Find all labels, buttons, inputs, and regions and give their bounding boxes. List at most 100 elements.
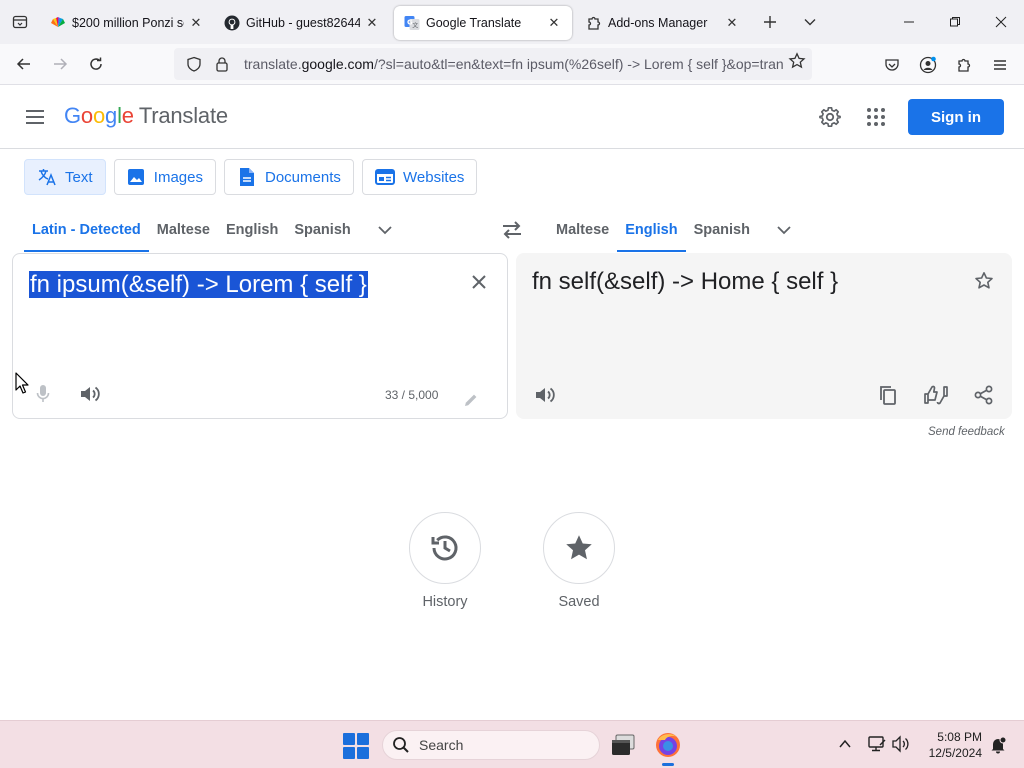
taskbar-app-firefox[interactable] [653,730,683,766]
windows-start-button[interactable] [343,733,369,759]
clock-time: 5:08 PM [937,730,982,744]
taskbar-app-terminal[interactable] [608,730,638,760]
send-feedback-link[interactable]: Send feedback [928,426,1005,438]
account-button[interactable] [910,49,946,81]
source-lang-option[interactable]: Maltese [149,208,218,252]
forward-button[interactable] [42,48,78,80]
browser-tab-active[interactable]: G文 Google Translate ✕ [394,6,572,40]
handwriting-button[interactable] [461,390,481,410]
taskbar-clock[interactable]: 5:08 PM 12/5/2024 [912,729,982,761]
github-icon [224,15,240,31]
source-lang-detected[interactable]: Latin - Detected [24,208,149,252]
saved-shortcut[interactable]: Saved [543,512,615,610]
chevron-down-icon [378,226,392,235]
clear-source-button[interactable] [467,270,491,294]
history-shortcut[interactable]: History [409,512,481,610]
document-icon [237,167,257,187]
browser-tab[interactable]: Add-ons Manager ✕ [576,6,750,40]
source-language-bar: Latin - Detected Maltese English Spanish [24,208,405,252]
lock-icon[interactable] [210,52,234,76]
mode-tab-documents[interactable]: Documents [224,159,354,195]
pocket-button[interactable] [874,49,910,81]
chevron-down-icon [804,19,816,26]
tab-title: Add-ons Manager [608,16,708,30]
mouse-pointer-icon [15,372,29,399]
terminal-app-icon [612,734,635,755]
close-window-button[interactable] [978,0,1024,44]
share-icon [974,385,993,405]
target-lang-option[interactable]: Maltese [548,208,617,252]
browser-tab-strip: $200 million Ponzi sche ✕ GitHub - guest… [0,0,1024,44]
swap-arrows-icon [503,221,521,239]
chevron-down-icon [777,226,791,235]
reload-button[interactable] [78,48,114,80]
close-tab-icon[interactable]: ✕ [724,15,740,31]
close-tab-icon[interactable]: ✕ [546,15,562,31]
list-all-tabs-button[interactable] [0,0,40,44]
source-text-input[interactable]: fn ipsum(&self) -> Lorem { self } [29,270,368,300]
target-lang-selected[interactable]: English [617,208,686,252]
history-button[interactable] [409,512,481,584]
translate-icon [37,167,57,187]
google-apps-button[interactable] [862,103,890,131]
target-language-bar: Maltese English Spanish [548,208,804,252]
show-hidden-icons-button[interactable] [834,733,856,755]
tab-overflow-button[interactable] [790,0,830,44]
listen-translation-button[interactable] [532,383,558,407]
extensions-button[interactable] [946,49,982,81]
close-tab-icon[interactable]: ✕ [364,15,380,31]
minimize-button[interactable] [886,0,932,44]
tracking-protection-shield-icon[interactable] [182,52,206,76]
copy-icon [880,386,896,405]
more-source-languages-button[interactable] [365,208,405,252]
target-lang-option[interactable]: Spanish [686,208,758,252]
swap-languages-button[interactable] [498,216,526,244]
mode-tab-label: Documents [265,168,341,186]
source-text-panel[interactable]: fn ipsum(&self) -> Lorem { self } 33 / 5… [12,253,508,419]
reload-icon [90,57,102,70]
back-button[interactable] [6,48,42,80]
browser-tab[interactable]: GitHub - guest82644/s ✕ [214,6,390,40]
source-lang-option[interactable]: English [218,208,286,252]
new-tab-button[interactable] [750,0,790,44]
volume-button[interactable] [890,733,912,755]
mode-tab-images[interactable]: Images [114,159,216,195]
pencil-icon [465,394,477,406]
copy-translation-button[interactable] [876,383,900,407]
more-target-languages-button[interactable] [764,208,804,252]
sign-in-button[interactable]: Sign in [908,99,1004,135]
mode-tab-websites[interactable]: Websites [362,159,477,195]
mode-tab-text[interactable]: Text [24,159,106,195]
bookmark-star-icon[interactable] [788,52,806,73]
saved-button[interactable] [543,512,615,584]
thumbs-rate-icon [924,385,948,405]
restore-button[interactable] [932,0,978,44]
close-icon [995,16,1007,28]
google-translate-logo[interactable]: Google Translate [64,103,228,129]
save-translation-button[interactable] [972,269,996,293]
url-bar[interactable]: translate.google.com/?sl=auto&tl=en&text… [174,48,812,80]
listen-source-button[interactable] [77,382,103,406]
app-menu-button[interactable] [982,49,1018,81]
taskbar-search-box[interactable]: Search [382,730,600,760]
settings-button[interactable] [816,103,844,131]
extensions-puzzle-icon [958,58,971,72]
nbc-peacock-icon [50,15,66,31]
translation-text: fn self(&self) -> Home { self } [532,268,839,295]
star-filled-icon [566,535,592,560]
gear-icon [819,107,841,127]
search-icon [391,735,411,755]
toolbar-right [874,44,1024,85]
rate-translation-button[interactable] [922,383,950,407]
share-translation-button[interactable] [972,383,996,407]
source-lang-option[interactable]: Spanish [286,208,358,252]
main-menu-button[interactable] [22,105,48,129]
selected-source-text[interactable]: fn ipsum(&self) -> Lorem { self } [29,271,368,298]
close-tab-icon[interactable]: ✕ [188,15,204,31]
history-label: History [422,594,468,610]
browser-tab[interactable]: $200 million Ponzi sche ✕ [40,6,214,40]
network-button[interactable] [866,733,888,755]
voice-input-button[interactable] [31,382,55,406]
tab-title: GitHub - guest82644/s [246,16,360,30]
notifications-button[interactable] [988,735,1008,755]
